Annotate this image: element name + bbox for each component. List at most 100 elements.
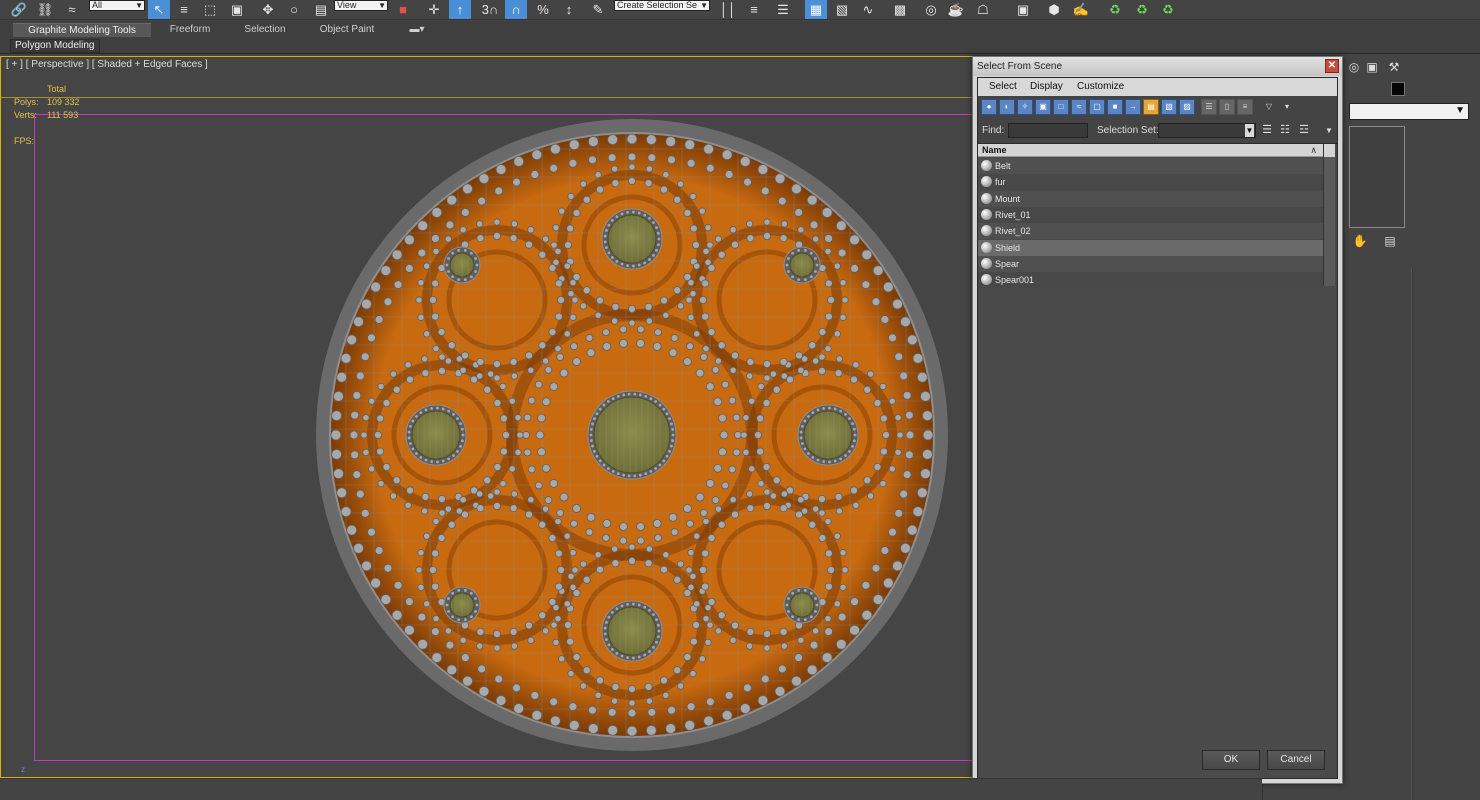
containers-filter-icon[interactable]: ▤ bbox=[1143, 99, 1159, 115]
select-and-manipulate-icon[interactable]: ✛ bbox=[423, 0, 445, 19]
geometry-filter-icon[interactable]: ● bbox=[981, 99, 997, 115]
select-and-rotate-icon[interactable]: ○ bbox=[283, 0, 305, 19]
pin-stack-icon[interactable]: ✋ bbox=[1351, 232, 1369, 250]
utilities-panel-icon[interactable]: ⚒ bbox=[1385, 58, 1403, 76]
display-all-icon[interactable]: ☰ bbox=[1201, 99, 1217, 115]
display-none-icon[interactable]: ▯ bbox=[1219, 99, 1235, 115]
select-by-name-icon[interactable]: ≡ bbox=[173, 0, 195, 19]
cameras-filter-icon[interactable]: ▣ bbox=[1035, 99, 1051, 115]
lights-filter-icon[interactable]: ✧ bbox=[1017, 99, 1033, 115]
shapes-filter-icon[interactable]: ◐ bbox=[999, 99, 1015, 115]
modifier-list-dropdown[interactable]: ▼ bbox=[1349, 103, 1469, 120]
select-object-icon[interactable]: ↖ bbox=[148, 0, 170, 19]
list-item[interactable]: Shield bbox=[978, 239, 1323, 256]
select-and-move-icon[interactable]: ✥ bbox=[257, 0, 279, 19]
safe-frame bbox=[34, 114, 974, 761]
ribbon-options-icon[interactable]: ▬▾ bbox=[404, 23, 430, 37]
select-and-link-icon[interactable]: 🔗 bbox=[8, 0, 30, 19]
dialog-title-bar[interactable]: Select From Scene bbox=[973, 57, 1342, 76]
named-selection-sets-dropdown[interactable]: Create Selection Se ▼ bbox=[614, 0, 710, 11]
configure-modifier-sets-icon[interactable]: ▤ bbox=[1381, 232, 1399, 250]
collapse-icon[interactable]: ▼ bbox=[1323, 124, 1335, 137]
unlink-selection-icon[interactable]: ⛓ bbox=[34, 0, 56, 19]
edit-named-selection-icon[interactable]: ✎ bbox=[587, 0, 609, 19]
fps-label: FPS: bbox=[14, 136, 35, 146]
filter-icon[interactable]: ▽ bbox=[1261, 99, 1277, 115]
curve-editor-icon[interactable]: ∿ bbox=[857, 0, 879, 19]
perspective-viewport[interactable]: [ + ] [ Perspective ] [ Shaded + Edged F… bbox=[0, 56, 975, 778]
column-header-name[interactable]: Name ∧ bbox=[978, 144, 1323, 157]
viewport-label[interactable]: [ + ] [ Perspective ] [ Shaded + Edged F… bbox=[6, 59, 208, 70]
find-input[interactable] bbox=[1008, 123, 1088, 138]
select-none-icon[interactable]: ☷ bbox=[1279, 124, 1291, 137]
menu-display[interactable]: Display bbox=[1030, 81, 1063, 92]
tab-selection[interactable]: Selection bbox=[233, 23, 297, 37]
groups-filter-icon[interactable]: ▢ bbox=[1089, 99, 1105, 115]
scrollbar-cap bbox=[1324, 144, 1335, 157]
collapse-utility-icon[interactable]: ♻ bbox=[1157, 0, 1179, 19]
list-item[interactable]: Spear001 bbox=[978, 272, 1323, 289]
graphite-ribbon-icon[interactable]: ▧ bbox=[831, 0, 853, 19]
command-panel-scrollbar[interactable] bbox=[1411, 268, 1413, 800]
percent-snap-icon[interactable]: % bbox=[532, 0, 554, 19]
display-invert-icon[interactable]: ≡ bbox=[1237, 99, 1253, 115]
list-item[interactable]: Rivet_02 bbox=[978, 223, 1323, 240]
manage-layers-icon[interactable]: ☰ bbox=[772, 0, 794, 19]
select-invert-icon[interactable]: ☲ bbox=[1298, 124, 1310, 137]
tab-graphite-modeling-tools[interactable]: Graphite Modeling Tools bbox=[13, 23, 151, 37]
bind-to-space-warp-icon[interactable]: ≈ bbox=[60, 0, 84, 19]
list-scrollbar[interactable] bbox=[1323, 144, 1335, 286]
ok-button[interactable]: OK bbox=[1202, 750, 1260, 770]
render-iterative-icon[interactable]: ⬢ bbox=[1043, 0, 1065, 19]
rectangular-selection-icon[interactable]: ⬚ bbox=[199, 0, 221, 19]
transform-gizmo-icon[interactable]: ♻ bbox=[1104, 0, 1126, 19]
object-color-swatch[interactable] bbox=[1391, 82, 1405, 96]
display-panel-icon[interactable]: ▣ bbox=[1363, 58, 1381, 76]
active-shade-icon[interactable]: ✍ bbox=[1070, 0, 1092, 19]
window-crossing-icon[interactable]: ▣ bbox=[226, 0, 248, 19]
filter-options-icon[interactable]: ▾ bbox=[1279, 99, 1295, 115]
align-icon[interactable]: ≡ bbox=[743, 0, 765, 19]
polygon-modeling-panel[interactable]: Polygon Modeling bbox=[10, 39, 100, 53]
tab-freeform[interactable]: Freeform bbox=[160, 23, 220, 37]
list-item[interactable]: Mount bbox=[978, 190, 1323, 207]
menu-customize[interactable]: Customize bbox=[1077, 81, 1124, 92]
schematic-view-icon[interactable]: ▩ bbox=[889, 0, 911, 19]
bones-filter-icon[interactable]: → bbox=[1125, 99, 1141, 115]
menu-select[interactable]: Select bbox=[989, 81, 1017, 92]
keyboard-shortcut-override-icon[interactable]: ↑ bbox=[449, 0, 471, 19]
list-item[interactable]: Belt bbox=[978, 158, 1323, 174]
close-icon[interactable]: ✕ bbox=[1325, 59, 1339, 73]
selection-set-dropdown[interactable]: ▼ bbox=[1158, 123, 1256, 138]
list-item[interactable]: Spear bbox=[978, 255, 1323, 272]
select-and-scale-icon[interactable]: ▤ bbox=[310, 0, 332, 19]
pivot-center-icon[interactable]: ■ bbox=[392, 0, 414, 19]
modifier-stack[interactable] bbox=[1349, 126, 1405, 228]
render-production-icon[interactable]: ▣ bbox=[1012, 0, 1034, 19]
spinner-snap-icon[interactable]: ↕ bbox=[558, 0, 580, 19]
selection-filter-dropdown[interactable]: All ▼ bbox=[89, 0, 145, 11]
viewport-grid-line bbox=[1, 97, 974, 98]
reference-coordinate-dropdown[interactable]: View ▼ bbox=[334, 0, 388, 11]
mirror-icon[interactable]: ││ bbox=[717, 0, 739, 19]
reset-xform-icon[interactable]: ♻ bbox=[1131, 0, 1153, 19]
tab-object-paint[interactable]: Object Paint bbox=[310, 23, 384, 37]
helpers-filter-icon[interactable]: □ bbox=[1053, 99, 1069, 115]
xrefs-filter-icon[interactable]: ■ bbox=[1107, 99, 1123, 115]
rendered-frame-window-icon[interactable]: ☖ bbox=[972, 0, 994, 19]
frozen-filter-icon[interactable]: ▧ bbox=[1161, 99, 1177, 115]
toggle-scene-explorer-icon[interactable]: ▦ bbox=[805, 0, 827, 19]
material-editor-icon[interactable]: ◎ bbox=[920, 0, 942, 19]
snaps-toggle-icon[interactable]: 3∩ bbox=[479, 0, 501, 19]
list-item[interactable]: fur bbox=[978, 174, 1323, 191]
cancel-button[interactable]: Cancel bbox=[1267, 750, 1325, 770]
list-item[interactable]: Rivet_01 bbox=[978, 206, 1323, 223]
select-all-icon[interactable]: ☰ bbox=[1261, 124, 1273, 137]
motion-panel-icon[interactable]: ◎ bbox=[1345, 58, 1363, 76]
object-name: Spear bbox=[995, 258, 1020, 269]
space-warps-filter-icon[interactable]: ≈ bbox=[1071, 99, 1087, 115]
hidden-filter-icon[interactable]: ▨ bbox=[1179, 99, 1195, 115]
reference-coordinate-value: View bbox=[337, 0, 357, 10]
render-setup-icon[interactable]: ☕ bbox=[945, 0, 967, 19]
angle-snap-icon[interactable]: ∩ bbox=[505, 0, 527, 19]
